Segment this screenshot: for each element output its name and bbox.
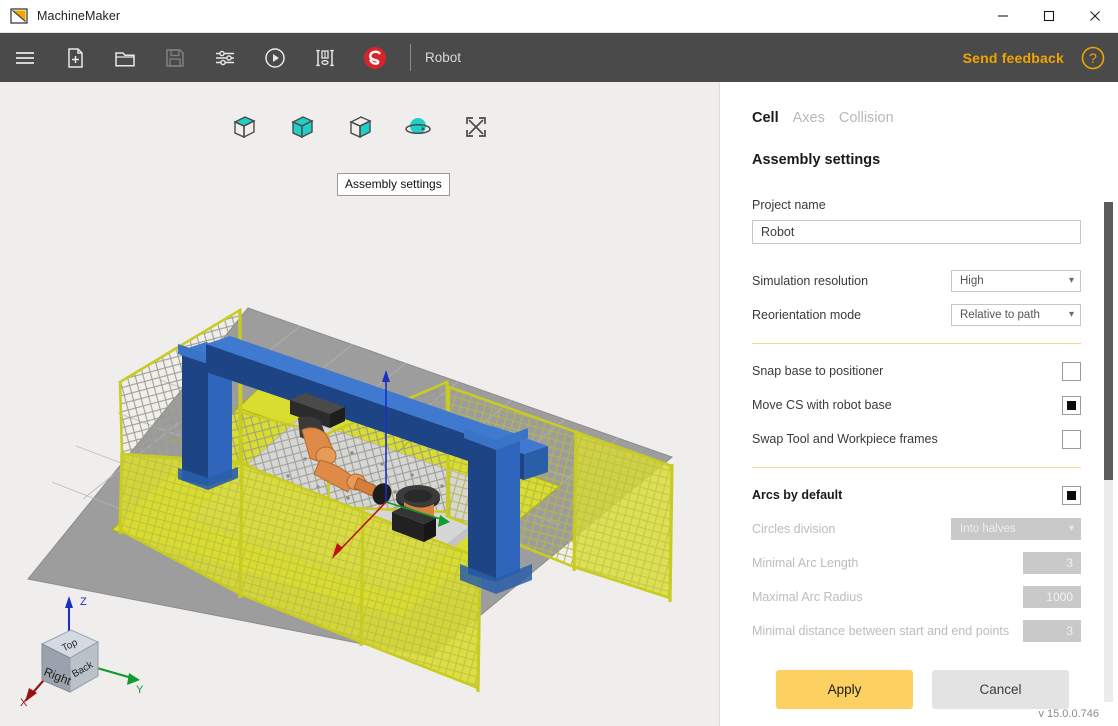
circles-division-row: Circles division Into halves ▾ [752, 512, 1081, 546]
view-front-face-icon[interactable] [284, 110, 320, 144]
panel-actions: Apply Cancel [776, 670, 1103, 709]
snap-base-checkbox[interactable] [1062, 361, 1081, 381]
view-orbit-icon[interactable] [400, 110, 436, 144]
minimal-distance-row: Minimal distance between start and end p… [752, 614, 1081, 648]
open-folder-icon[interactable] [100, 33, 150, 82]
chevron-down-icon: ▾ [1068, 309, 1074, 320]
view-top-face-icon[interactable] [226, 110, 262, 144]
move-cs-checkbox[interactable] [1062, 395, 1081, 415]
snap-base-row: Snap base to positioner [752, 354, 1081, 388]
close-button[interactable] [1072, 0, 1118, 33]
circles-division-value: Into halves [960, 523, 1016, 535]
reorientation-mode-select[interactable]: Relative to path ▾ [951, 304, 1081, 326]
swap-frames-row: Swap Tool and Workpiece frames [752, 422, 1081, 456]
minimal-distance-label: Minimal distance between start and end p… [752, 624, 1010, 638]
save-icon[interactable] [150, 33, 200, 82]
arcs-by-default-row: Arcs by default [752, 478, 1081, 512]
tab-collision[interactable]: Collision [839, 110, 894, 126]
project-name-field-label: Project name [752, 198, 826, 212]
settings-panel-content: Cell Axes Collision Assembly settings Pr… [720, 82, 1103, 726]
project-name-input[interactable] [752, 220, 1081, 244]
arcs-by-default-checkbox[interactable] [1062, 485, 1081, 505]
move-cs-row: Move CS with robot base [752, 388, 1081, 422]
send-feedback-button[interactable]: Send feedback [963, 50, 1064, 66]
panel-divider-1 [752, 343, 1081, 344]
simulation-resolution-label: Simulation resolution [752, 274, 869, 288]
minimal-arc-length-input: 3 [1023, 552, 1081, 574]
reorientation-mode-row: Reorientation mode Relative to path ▾ [752, 298, 1081, 332]
minimal-arc-length-label: Minimal Arc Length [752, 556, 859, 570]
svg-text:?: ? [1089, 50, 1097, 66]
swap-frames-label: Swap Tool and Workpiece frames [752, 432, 938, 446]
maximal-arc-radius-row: Maximal Arc Radius 1000 [752, 580, 1081, 614]
3d-viewport[interactable]: Assembly settings Z Y X Top Right Back [0, 82, 719, 726]
minimal-distance-input: 3 [1023, 620, 1081, 642]
view-right-face-icon[interactable] [342, 110, 378, 144]
toolbar-right-group: Send feedback ? [963, 45, 1118, 71]
simulation-resolution-row: Simulation resolution High ▾ [752, 264, 1081, 298]
arcs-by-default-label: Arcs by default [752, 488, 843, 502]
simulation-resolution-select[interactable]: High ▾ [951, 270, 1081, 292]
axis-x-label: X [20, 697, 28, 708]
minimize-button[interactable] [980, 0, 1026, 33]
machinemaker-logo-icon [10, 7, 28, 25]
panel-tabs: Cell Axes Collision [720, 82, 1103, 126]
chevron-down-icon: ▾ [1068, 523, 1074, 534]
tab-cell[interactable]: Cell [752, 110, 779, 126]
chevron-down-icon: ▾ [1068, 275, 1074, 286]
tab-axes[interactable]: Axes [793, 110, 825, 126]
maximize-button[interactable] [1026, 0, 1072, 33]
settings-panel: Cell Axes Collision Assembly settings Pr… [719, 82, 1118, 726]
version-label: v 15.0.0.746 [1038, 708, 1099, 720]
circles-division-select: Into halves ▾ [951, 518, 1081, 540]
reorientation-mode-value: Relative to path [960, 309, 1040, 321]
viewport-toolbar [0, 110, 719, 144]
panel-title: Assembly settings [752, 152, 881, 168]
new-file-icon[interactable] [50, 33, 100, 82]
navigation-cube[interactable]: Z Y X Top Right Back [14, 588, 164, 709]
apply-button[interactable]: Apply [776, 670, 913, 709]
minimal-arc-length-row: Minimal Arc Length 3 [752, 546, 1081, 580]
cancel-button[interactable]: Cancel [932, 670, 1069, 709]
maximal-arc-radius-label: Maximal Arc Radius [752, 590, 863, 604]
panel-scrollbar-thumb[interactable] [1104, 202, 1113, 480]
reorientation-mode-label: Reorientation mode [752, 308, 862, 322]
menu-icon[interactable] [0, 33, 50, 82]
panel-divider-2 [752, 467, 1081, 468]
window-controls [980, 0, 1118, 33]
swirl-logo-icon[interactable] [350, 33, 400, 82]
viewport-tooltip: Assembly settings [337, 173, 450, 196]
project-name-label: Robot [425, 50, 462, 65]
simulation-resolution-value: High [960, 275, 984, 287]
axis-z-label: Z [80, 596, 87, 608]
move-cs-label: Move CS with robot base [752, 398, 892, 412]
settings-sliders-icon[interactable] [200, 33, 250, 82]
measure-icon[interactable] [300, 33, 350, 82]
maximal-arc-radius-input: 1000 [1023, 586, 1081, 608]
toolbar-divider [410, 44, 411, 71]
window-title: MachineMaker [37, 9, 121, 23]
snap-base-label: Snap base to positioner [752, 364, 884, 378]
swap-frames-checkbox[interactable] [1062, 429, 1081, 449]
panel-scrollbar[interactable] [1104, 202, 1113, 702]
main-toolbar: Robot Send feedback ? [0, 33, 1118, 82]
help-circle-icon[interactable]: ? [1080, 45, 1106, 71]
circles-division-label: Circles division [752, 522, 836, 536]
machinemaker-window: MachineMaker Robot Send feedback ? Assem… [0, 0, 1118, 726]
title-bar: MachineMaker [0, 0, 1118, 33]
fit-to-screen-icon[interactable] [458, 110, 494, 144]
axis-y-label: Y [136, 684, 144, 696]
play-icon[interactable] [250, 33, 300, 82]
